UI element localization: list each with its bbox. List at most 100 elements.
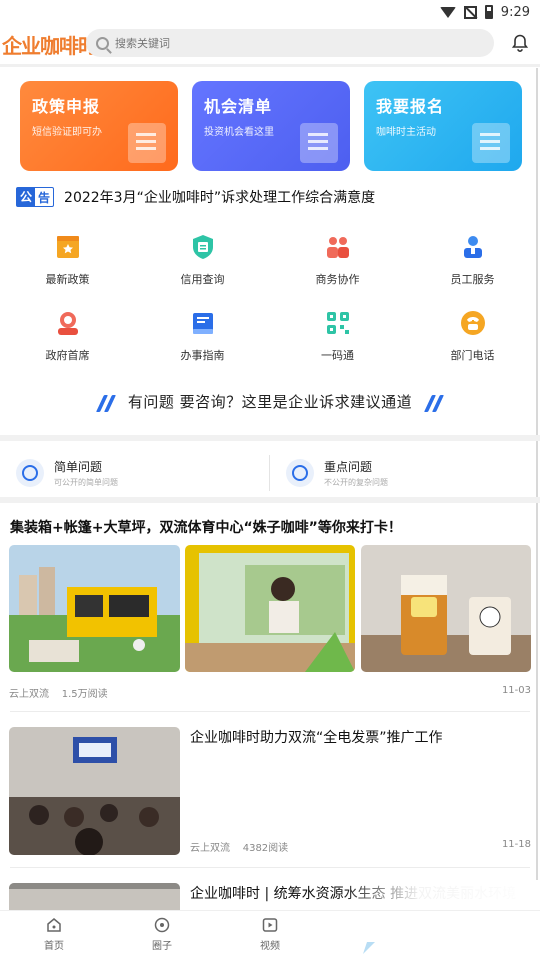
video-icon xyxy=(262,918,278,932)
grid-label: 员工服务 xyxy=(450,273,495,286)
article-date: 11-18 xyxy=(501,839,531,850)
question-row: 简单问题 可公开的简单问题 重点问题 不公开的复杂问题 xyxy=(0,445,540,501)
article-image xyxy=(9,727,180,855)
wifi-icon xyxy=(439,6,456,18)
service-grid: 最新政策 信用查询 商务协作 员工服务 政府首席 办事指南 一码通 部门电话 xyxy=(0,225,540,371)
qrcode-icon xyxy=(326,312,349,334)
tab-label: 首页 xyxy=(44,941,64,952)
grid-item-staff-service[interactable]: 员工服务 xyxy=(405,225,540,293)
key-question-button[interactable]: 重点问题 不公开的复杂问题 xyxy=(286,445,388,501)
announcement-bar[interactable]: 公 告 2022年3月“企业咖啡时”诉求处理工作综合满意度 xyxy=(16,185,375,209)
app-logo: 企业咖啡时 xyxy=(2,33,98,58)
question-title: 重点问题 xyxy=(324,460,373,474)
signup-card[interactable]: 我要报名 咖啡时主活动 xyxy=(364,81,522,171)
article-image-container-drinks[interactable] xyxy=(361,545,531,672)
article-meta: 云上双流 1.5万阅读 xyxy=(9,685,108,700)
grid-item-service-guide[interactable]: 办事指南 xyxy=(135,301,270,369)
smiley-icon xyxy=(16,459,44,487)
article-title[interactable]: 集装箱+帐篷+大草坪，双流体育中心“姝子咖啡”等你来打卡！ xyxy=(10,517,402,537)
article-date: 11-03 xyxy=(501,685,531,696)
search-icon xyxy=(96,36,109,50)
tab-label: 圈子 xyxy=(152,941,172,952)
search-input[interactable] xyxy=(115,36,415,50)
guide-icon xyxy=(192,313,213,334)
smiley-icon xyxy=(286,459,314,487)
cooperation-icon xyxy=(326,237,349,258)
status-bar: 9:29 xyxy=(0,0,540,24)
divider xyxy=(10,711,530,712)
article-reads: 1.5万阅读 xyxy=(61,689,108,700)
notification-bell-icon[interactable] xyxy=(512,34,528,52)
phone-icon xyxy=(460,311,485,335)
tab-home[interactable]: 首页 xyxy=(24,917,84,952)
card-title: 我要报名 xyxy=(376,97,445,116)
document-icon xyxy=(128,123,166,163)
edit-icon xyxy=(472,123,510,163)
clock: 9:29 xyxy=(500,4,530,20)
article-meta: 云上双流 4382阅读 xyxy=(190,839,288,854)
divider xyxy=(269,455,270,491)
grid-label: 商务协作 xyxy=(315,273,360,286)
grid-label: 办事指南 xyxy=(180,349,225,362)
circle-icon xyxy=(154,917,170,933)
article-source: 云上双流 xyxy=(190,843,230,854)
grid-label: 一码通 xyxy=(321,349,354,362)
policy-icon xyxy=(56,236,79,258)
grid-label: 部门电话 xyxy=(450,349,495,362)
grid-label: 政府首席 xyxy=(45,349,90,362)
card-title: 机会清单 xyxy=(204,97,273,116)
article-image xyxy=(361,545,531,672)
question-subtitle: 可公开的简单问题 xyxy=(54,478,118,487)
card-title: 政策申报 xyxy=(32,97,101,116)
grid-item-credit-query[interactable]: 信用查询 xyxy=(135,225,270,293)
section-divider xyxy=(0,435,540,441)
search-bar[interactable] xyxy=(86,29,494,57)
staff-icon xyxy=(463,236,482,258)
battery-icon xyxy=(484,5,493,19)
credit-icon xyxy=(192,235,213,259)
badge-right: 告 xyxy=(38,190,51,205)
section-divider xyxy=(0,497,540,503)
question-title: 简单问题 xyxy=(54,460,103,474)
article-image-container-park[interactable] xyxy=(9,545,180,672)
no-signal-icon xyxy=(463,5,477,19)
tab-circle[interactable]: 圈子 xyxy=(132,917,192,952)
announcement-text: 2022年3月“企业咖啡时”诉求处理工作综合满意度 xyxy=(64,190,376,206)
simple-question-button[interactable]: 简单问题 可公开的简单问题 xyxy=(16,445,118,501)
home-feed[interactable]: 政策申报 短信验证即可办 机会清单 投资机会看这里 我要报名 咖啡时主活动 公 … xyxy=(0,64,540,910)
feature-cards: 政策申报 短信验证即可办 机会清单 投资机会看这里 我要报名 咖啡时主活动 xyxy=(20,81,524,171)
tab-label: 视频 xyxy=(260,941,280,952)
app-header: 企业咖啡时 xyxy=(0,24,540,64)
divider xyxy=(10,867,530,868)
article-image-container-office[interactable] xyxy=(9,883,180,910)
article-reads: 4382阅读 xyxy=(242,843,289,854)
grid-item-latest-policy[interactable]: 最新政策 xyxy=(0,225,135,293)
grid-label: 信用查询 xyxy=(180,273,225,286)
grid-item-one-code[interactable]: 一码通 xyxy=(270,301,405,369)
article-image xyxy=(185,545,355,672)
double-slash-icon xyxy=(96,395,116,411)
badge-left: 公 xyxy=(17,188,36,206)
bottom-tab-bar: 首页 圈子 视频 xyxy=(0,910,540,960)
home-icon xyxy=(47,918,61,932)
consult-text: 有问题 要咨询？这里是企业诉求建议通道 xyxy=(127,393,413,411)
arrow-icon xyxy=(363,942,375,954)
tab-video[interactable]: 视频 xyxy=(240,917,300,952)
grid-label: 最新政策 xyxy=(45,273,90,286)
grid-item-department-phone[interactable]: 部门电话 xyxy=(405,301,540,369)
list-icon xyxy=(300,123,338,163)
opportunity-list-card[interactable]: 机会清单 投资机会看这里 xyxy=(192,81,350,171)
grid-item-government-chief[interactable]: 政府首席 xyxy=(0,301,135,369)
government-icon xyxy=(57,312,78,335)
article-image xyxy=(9,883,180,910)
announcement-badge: 公 告 xyxy=(16,187,55,207)
article-image-container-meeting[interactable] xyxy=(9,727,180,855)
article-image xyxy=(9,545,180,672)
double-slash-icon xyxy=(424,395,444,411)
article-source: 云上双流 xyxy=(9,689,49,700)
article-image-container-cafe[interactable] xyxy=(185,545,355,672)
policy-apply-card[interactable]: 政策申报 短信验证即可办 xyxy=(20,81,178,171)
article-title[interactable]: 企业咖啡时助力双流“全电发票”推广工作 xyxy=(190,727,443,747)
grid-item-business-cooperation[interactable]: 商务协作 xyxy=(270,225,405,293)
consult-banner[interactable]: 有问题 要咨询？这里是企业诉求建议通道 xyxy=(0,391,540,412)
